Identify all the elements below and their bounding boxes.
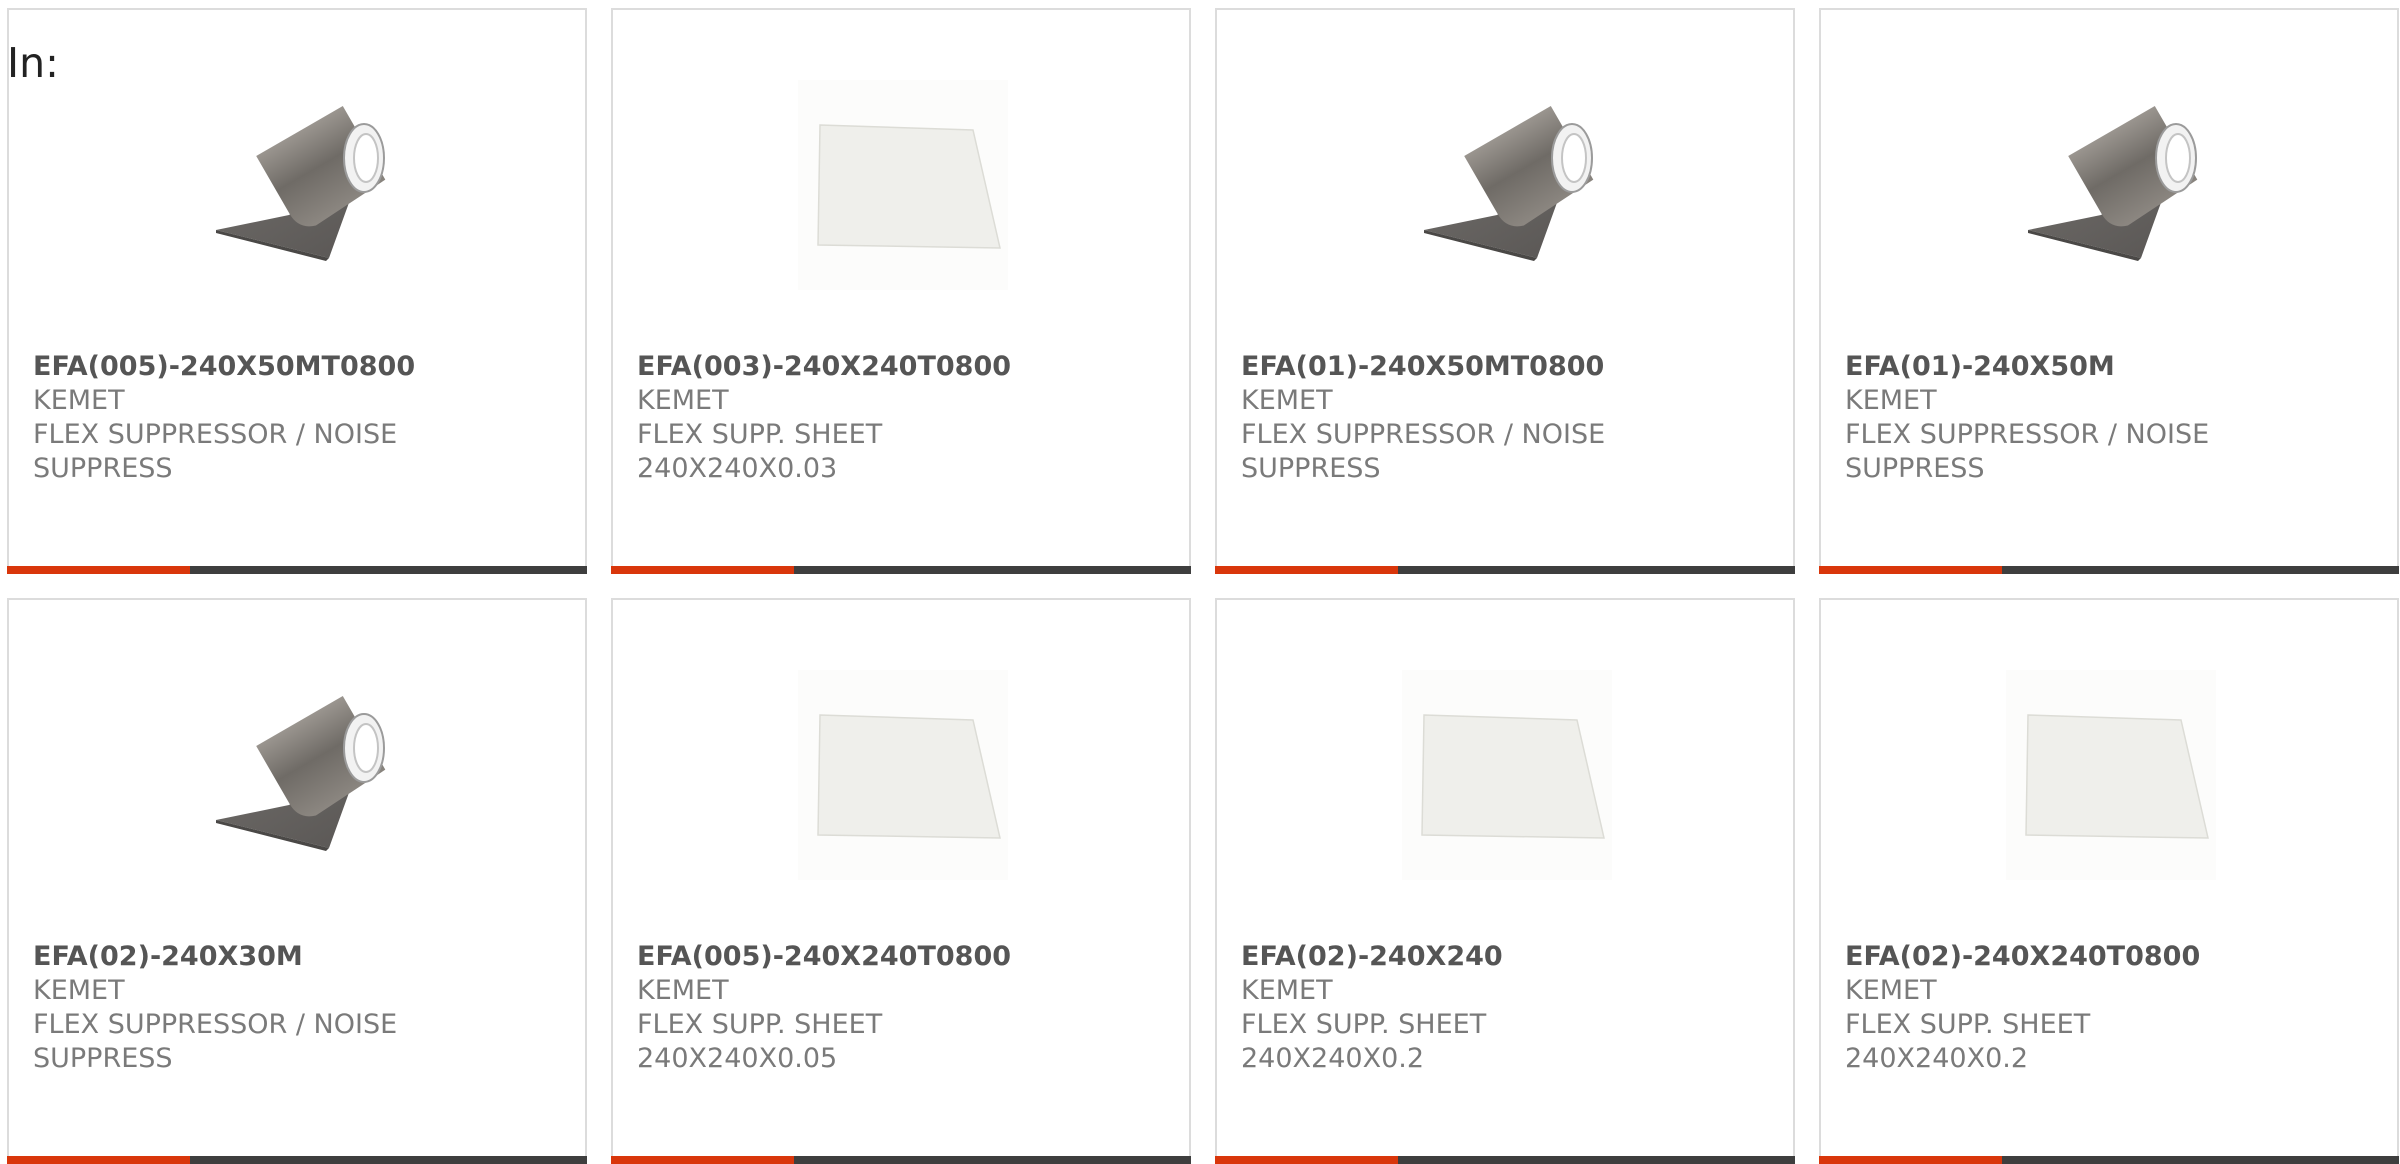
- card-bar: [1215, 566, 1795, 574]
- product-part-number: EFA(02)-240X240: [1241, 941, 1503, 972]
- card-bar: [611, 1156, 1191, 1164]
- card-bar-accent: [1215, 1156, 1398, 1164]
- roll-icon: [1402, 80, 1612, 290]
- product-card[interactable]: EFA(005)-240X50MT0800 KEMET FLEX SUPPRES…: [7, 8, 587, 574]
- product-manufacturer: KEMET: [1241, 975, 1333, 1006]
- sheet-icon: [1402, 670, 1612, 880]
- sheet-icon: [798, 80, 1008, 290]
- sheet-icon: [2006, 670, 2216, 880]
- card-bar-accent: [1215, 566, 1398, 574]
- product-grid: EFA(005)-240X50MT0800 KEMET FLEX SUPPRES…: [7, 8, 2400, 1164]
- product-part-number: EFA(01)-240X50M: [1845, 351, 2115, 382]
- card-bar-accent: [611, 566, 794, 574]
- product-part-number: EFA(003)-240X240T0800: [637, 351, 1012, 382]
- product-description: FLEX SUPPRESSOR / NOISE SUPPRESS: [1241, 419, 1606, 484]
- card-bar: [1215, 1156, 1795, 1164]
- product-part-number: EFA(005)-240X50MT0800: [33, 351, 416, 382]
- roll-icon: [2006, 80, 2216, 290]
- product-description: FLEX SUPP. SHEET 240X240X0.2: [1241, 1009, 1487, 1074]
- card-bar: [7, 566, 587, 574]
- card-bar-accent: [7, 566, 190, 574]
- product-manufacturer: KEMET: [1845, 975, 1937, 1006]
- product-card[interactable]: EFA(003)-240X240T0800 KEMET FLEX SUPP. S…: [611, 8, 1191, 574]
- product-manufacturer: KEMET: [33, 975, 125, 1006]
- product-description: FLEX SUPP. SHEET 240X240X0.2: [1845, 1009, 2091, 1074]
- product-card[interactable]: EFA(005)-240X240T0800 KEMET FLEX SUPP. S…: [611, 598, 1191, 1164]
- card-bar-accent: [1819, 1156, 2002, 1164]
- product-description: FLEX SUPPRESSOR / NOISE SUPPRESS: [1845, 419, 2210, 484]
- product-part-number: EFA(02)-240X240T0800: [1845, 941, 2201, 972]
- product-description: FLEX SUPP. SHEET 240X240X0.05: [637, 1009, 883, 1074]
- product-description: FLEX SUPP. SHEET 240X240X0.03: [637, 419, 883, 484]
- roll-icon: [194, 80, 404, 290]
- product-card[interactable]: EFA(02)-240X240 KEMET FLEX SUPP. SHEET 2…: [1215, 598, 1795, 1164]
- product-part-number: EFA(01)-240X50MT0800: [1241, 351, 1605, 382]
- product-manufacturer: KEMET: [33, 385, 125, 416]
- in-label: In:: [7, 39, 59, 87]
- product-card[interactable]: EFA(02)-240X30M KEMET FLEX SUPPRESSOR / …: [7, 598, 587, 1164]
- product-description: FLEX SUPPRESSOR / NOISE SUPPRESS: [33, 419, 398, 484]
- card-bar: [7, 1156, 587, 1164]
- roll-icon: [194, 670, 404, 880]
- card-bar: [1819, 1156, 2399, 1164]
- product-card[interactable]: EFA(01)-240X50MT0800 KEMET FLEX SUPPRESS…: [1215, 8, 1795, 574]
- product-card[interactable]: EFA(02)-240X240T0800 KEMET FLEX SUPP. SH…: [1819, 598, 2399, 1164]
- card-bar-accent: [7, 1156, 190, 1164]
- card-bar-accent: [1819, 566, 2002, 574]
- sheet-icon: [798, 670, 1008, 880]
- product-description: FLEX SUPPRESSOR / NOISE SUPPRESS: [33, 1009, 398, 1074]
- card-bar: [1819, 566, 2399, 574]
- product-part-number: EFA(02)-240X30M: [33, 941, 303, 972]
- product-manufacturer: KEMET: [637, 385, 729, 416]
- product-manufacturer: KEMET: [1845, 385, 1937, 416]
- product-part-number: EFA(005)-240X240T0800: [637, 941, 1012, 972]
- card-bar-accent: [611, 1156, 794, 1164]
- product-manufacturer: KEMET: [637, 975, 729, 1006]
- card-bar: [611, 566, 1191, 574]
- product-manufacturer: KEMET: [1241, 385, 1333, 416]
- product-card[interactable]: EFA(01)-240X50M KEMET FLEX SUPPRESSOR / …: [1819, 8, 2399, 574]
